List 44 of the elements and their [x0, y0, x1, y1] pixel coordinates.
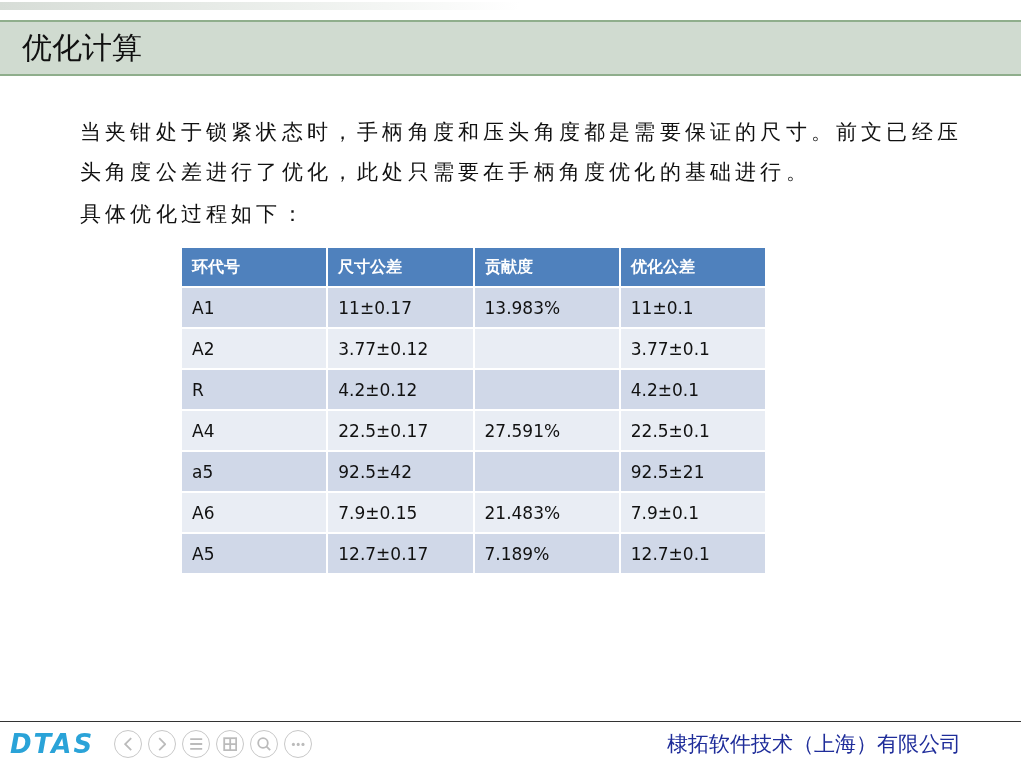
table-cell: 11±0.1: [620, 288, 765, 327]
forward-arrow-button[interactable]: [148, 730, 177, 758]
table-cell: A1: [182, 288, 327, 327]
more-button[interactable]: [284, 730, 313, 758]
table-cell: 7.9±0.1: [620, 493, 765, 532]
table-cell: 13.983%: [474, 288, 619, 327]
body-text: 具体优化过程如下：: [80, 201, 308, 228]
table-cell: A6: [182, 493, 327, 532]
company-logo: DTAS: [10, 729, 95, 759]
back-arrow-button[interactable]: [114, 730, 143, 758]
table-cell: 3.77±0.12: [328, 329, 473, 368]
table-cell: 12.7±0.1: [620, 534, 765, 573]
table-cell: 4.2±0.1: [620, 370, 765, 409]
table-cell: 21.483%: [474, 493, 619, 532]
table-cell: R: [182, 370, 327, 409]
search-icon: [256, 736, 272, 752]
table-cell: 4.2±0.12: [328, 370, 473, 409]
column-header: 尺寸公差: [328, 248, 473, 286]
more-icon: [290, 741, 306, 747]
table-cell: 27.591%: [474, 411, 619, 450]
table-cell: 7.189%: [474, 534, 619, 573]
table-cell: 7.9±0.15: [328, 493, 473, 532]
column-header: 环代号: [182, 248, 327, 286]
column-header: 贡献度: [474, 248, 619, 286]
table-cell: 12.7±0.17: [328, 534, 473, 573]
table-cell: 92.5±21: [620, 452, 765, 491]
table-cell: 92.5±42: [328, 452, 473, 491]
menu-button[interactable]: [182, 730, 211, 758]
slide-title: 优化计算: [22, 28, 142, 67]
table-cell: A5: [182, 534, 327, 573]
table-cell: A4: [182, 411, 327, 450]
grid-icon: [222, 736, 238, 752]
company-name: 棣拓软件技术（上海）有限公司: [667, 731, 961, 758]
grid-button[interactable]: [216, 730, 245, 758]
table-cell: 3.77±0.1: [620, 329, 765, 368]
column-header: 优化公差: [620, 248, 765, 286]
search-button[interactable]: [250, 730, 279, 758]
menu-icon: [188, 738, 204, 750]
table-cell: 22.5±0.1: [620, 411, 765, 450]
body-text: 当夹钳处于锁紧状态时，手柄角度和压头角度都是需要保证的尺寸。前文已经压头角度公差进行了优化，此处只需要在手柄角度优化的基础进行。: [80, 119, 963, 186]
table-cell: 11±0.17: [328, 288, 473, 327]
table-cell: a5: [182, 452, 327, 491]
table-cell: A2: [182, 329, 327, 368]
table-cell: 22.5±0.17: [328, 411, 473, 450]
